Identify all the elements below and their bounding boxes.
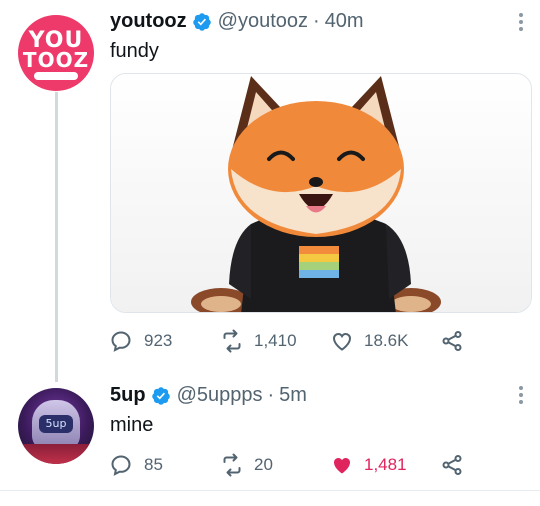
user-handle[interactable]: @youtooz (218, 10, 308, 33)
separator-dot: · (313, 10, 320, 32)
avatar-visor-text: 5up (45, 417, 67, 430)
retweet-count: 20 (254, 455, 273, 474)
retweet-icon (223, 453, 241, 477)
avatar-glow (18, 444, 94, 464)
share-button[interactable] (440, 326, 474, 356)
display-name[interactable]: 5up (110, 384, 146, 407)
like-button[interactable]: 18.6K (330, 326, 408, 356)
fox-plush-image (111, 74, 531, 312)
like-icon (334, 458, 350, 474)
display-name[interactable]: youtooz (110, 10, 187, 33)
tweet-text: fundy (110, 40, 159, 62)
like-icon (332, 332, 352, 351)
separator-dot: · (267, 384, 275, 406)
tweet-media-image[interactable] (110, 73, 532, 313)
tweet-youtooz[interactable]: YOU TOOZ youtooz @youtooz · 40m fundy 92… (0, 0, 540, 370)
more-options-icon[interactable] (516, 13, 526, 35)
reply-button[interactable]: 923 (110, 326, 172, 356)
tweet-header: youtooz @youtooz · 40m (110, 10, 364, 33)
tweet-text: mine (110, 414, 154, 436)
timestamp[interactable]: 5m (279, 384, 307, 407)
retweet-icon (223, 329, 241, 353)
reply-count: 923 (144, 331, 173, 350)
avatar-logo-line2: TOOZ (22, 48, 90, 72)
like-count: 1,481 (364, 455, 407, 474)
retweet-count: 1,410 (254, 331, 297, 350)
verified-badge-icon (151, 386, 170, 405)
reply-icon (111, 331, 131, 352)
avatar[interactable]: 5up (18, 388, 94, 464)
tweet-header: 5up @5uppps · 5m (110, 384, 307, 407)
timestamp[interactable]: 40m (325, 10, 364, 33)
verified-badge-icon (192, 12, 211, 31)
user-handle[interactable]: @5uppps (177, 384, 263, 407)
share-icon (442, 331, 462, 351)
reply-count: 85 (144, 455, 163, 474)
tweet-actions: 923 1,410 18.6K (110, 326, 530, 356)
retweet-button[interactable]: 20 (220, 450, 273, 480)
retweet-button[interactable]: 1,410 (220, 326, 297, 356)
share-button[interactable] (440, 450, 474, 480)
avatar[interactable]: YOU TOOZ (18, 15, 94, 91)
like-count: 18.6K (364, 331, 409, 350)
share-icon (442, 455, 462, 475)
reply-button[interactable]: 85 (110, 450, 163, 480)
more-options-icon[interactable] (516, 386, 526, 408)
avatar-logo-pill (34, 72, 78, 80)
tweet-actions: 85 20 1,481 (110, 450, 530, 480)
reply-icon (111, 455, 131, 476)
divider (0, 490, 540, 491)
like-button[interactable]: 1,481 (330, 450, 407, 480)
